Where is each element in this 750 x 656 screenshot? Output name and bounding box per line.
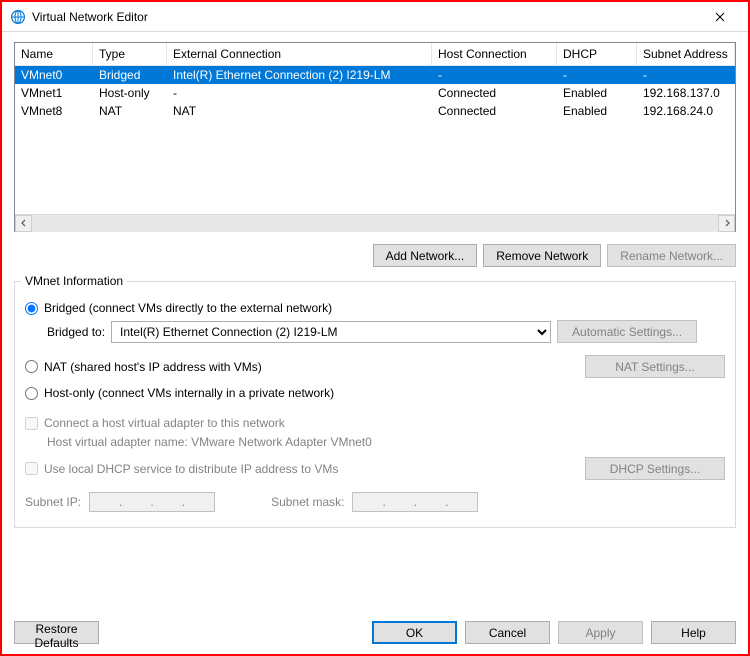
subnet-row: Subnet IP: . . . Subnet mask: . . . — [25, 492, 725, 512]
col-header-dhcp[interactable]: DHCP — [557, 43, 637, 65]
subnet-ip-oct1 — [92, 494, 118, 510]
col-header-subnet[interactable]: Subnet Address — [637, 43, 735, 65]
rename-network-button: Rename Network... — [607, 244, 736, 267]
cell-ext: Intel(R) Ethernet Connection (2) I219-LM — [167, 67, 432, 83]
network-table[interactable]: Name Type External Connection Host Conne… — [14, 42, 736, 232]
remove-network-button[interactable]: Remove Network — [483, 244, 601, 267]
hostonly-radio[interactable] — [25, 387, 38, 400]
host-adapter-name-row: Host virtual adapter name: VMware Networ… — [47, 435, 725, 449]
scroll-track[interactable] — [32, 215, 718, 232]
nat-radio-label: NAT (shared host's IP address with VMs) — [44, 360, 262, 374]
cell-name: VMnet0 — [15, 67, 93, 83]
bridged-to-row: Bridged to: Intel(R) Ethernet Connection… — [47, 320, 725, 343]
nat-radio[interactable] — [25, 360, 38, 373]
cell-host: Connected — [432, 103, 557, 119]
cell-type: NAT — [93, 103, 167, 119]
footer-buttons: Restore Defaults OK Cancel Apply Help — [2, 613, 748, 654]
add-network-button[interactable]: Add Network... — [373, 244, 478, 267]
connect-host-adapter-label: Connect a host virtual adapter to this n… — [44, 416, 285, 430]
use-dhcp-label: Use local DHCP service to distribute IP … — [44, 462, 338, 476]
col-header-ext[interactable]: External Connection — [167, 43, 432, 65]
cell-host: - — [432, 67, 557, 83]
cancel-button[interactable]: Cancel — [465, 621, 550, 644]
subnet-ip-oct4 — [186, 494, 212, 510]
cell-ext: NAT — [167, 103, 432, 119]
cell-type: Host-only — [93, 85, 167, 101]
nat-settings-button: NAT Settings... — [585, 355, 725, 378]
subnet-mask-oct1 — [355, 494, 381, 510]
table-header: Name Type External Connection Host Conne… — [15, 43, 735, 66]
bridged-to-label: Bridged to: — [47, 325, 105, 339]
nat-radio-row: NAT (shared host's IP address with VMs) … — [25, 355, 725, 378]
host-adapter-name-label: Host virtual adapter name: VMware Networ… — [47, 435, 372, 449]
bridged-radio-row: Bridged (connect VMs directly to the ext… — [25, 301, 725, 315]
cell-subnet: 192.168.137.0 — [637, 85, 735, 101]
horizontal-scrollbar[interactable] — [15, 214, 735, 231]
subnet-ip-oct2 — [123, 494, 149, 510]
cell-dhcp: - — [557, 67, 637, 83]
close-button[interactable] — [700, 3, 740, 31]
subnet-mask-oct2 — [387, 494, 413, 510]
subnet-mask-oct4 — [449, 494, 475, 510]
apply-button: Apply — [558, 621, 643, 644]
titlebar: Virtual Network Editor — [2, 2, 748, 32]
bridged-to-select[interactable]: Intel(R) Ethernet Connection (2) I219-LM — [111, 321, 551, 343]
cell-name: VMnet1 — [15, 85, 93, 101]
hostonly-radio-label: Host-only (connect VMs internally in a p… — [44, 386, 334, 400]
vmnet-info-group: VMnet Information Bridged (connect VMs d… — [14, 281, 736, 528]
subnet-ip-label: Subnet IP: — [25, 495, 81, 509]
col-header-name[interactable]: Name — [15, 43, 93, 65]
bridged-radio[interactable] — [25, 302, 38, 315]
col-header-type[interactable]: Type — [93, 43, 167, 65]
hostonly-radio-row: Host-only (connect VMs internally in a p… — [25, 386, 725, 400]
col-header-host[interactable]: Host Connection — [432, 43, 557, 65]
cell-name: VMnet8 — [15, 103, 93, 119]
subnet-ip-oct3 — [155, 494, 181, 510]
use-dhcp-check — [25, 462, 38, 475]
cell-dhcp: Enabled — [557, 85, 637, 101]
connect-host-adapter-check — [25, 417, 38, 430]
window-title: Virtual Network Editor — [32, 10, 700, 24]
cell-type: Bridged — [93, 67, 167, 83]
automatic-settings-button: Automatic Settings... — [557, 320, 697, 343]
dhcp-settings-button: DHCP Settings... — [585, 457, 725, 480]
table-row[interactable]: VMnet1Host-only-ConnectedEnabled192.168.… — [15, 84, 735, 102]
content-area: Name Type External Connection Host Conne… — [2, 32, 748, 613]
subnet-ip-field: . . . — [89, 492, 215, 512]
bridged-radio-label: Bridged (connect VMs directly to the ext… — [44, 301, 332, 315]
cell-subnet: 192.168.24.0 — [637, 103, 735, 119]
cell-host: Connected — [432, 85, 557, 101]
scroll-right-arrow[interactable] — [718, 215, 735, 232]
cell-dhcp: Enabled — [557, 103, 637, 119]
subnet-mask-field: . . . — [352, 492, 478, 512]
app-icon — [10, 9, 26, 25]
connect-host-adapter-row: Connect a host virtual adapter to this n… — [25, 416, 725, 430]
ok-button[interactable]: OK — [372, 621, 457, 644]
restore-defaults-button[interactable]: Restore Defaults — [14, 621, 99, 644]
help-button[interactable]: Help — [651, 621, 736, 644]
subnet-mask-oct3 — [418, 494, 444, 510]
table-body: VMnet0BridgedIntel(R) Ethernet Connectio… — [15, 66, 735, 214]
cell-ext: - — [167, 85, 432, 101]
subnet-mask-label: Subnet mask: — [271, 495, 344, 509]
scroll-left-arrow[interactable] — [15, 215, 32, 232]
table-row[interactable]: VMnet8NATNATConnectedEnabled192.168.24.0 — [15, 102, 735, 120]
table-row[interactable]: VMnet0BridgedIntel(R) Ethernet Connectio… — [15, 66, 735, 84]
cell-subnet: - — [637, 67, 735, 83]
network-button-row: Add Network... Remove Network Rename Net… — [14, 244, 736, 267]
group-title: VMnet Information — [21, 274, 127, 288]
use-dhcp-row: Use local DHCP service to distribute IP … — [25, 457, 725, 480]
